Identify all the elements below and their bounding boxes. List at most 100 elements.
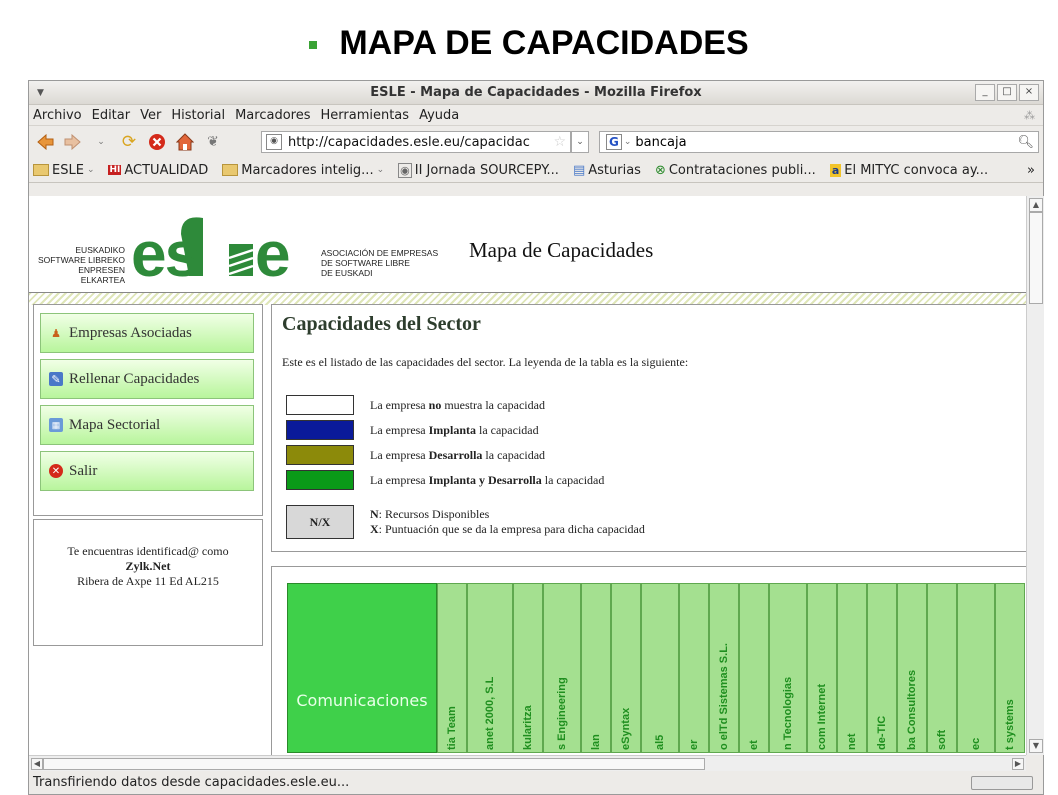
exit-icon: ✕: [49, 464, 63, 478]
logo-text-basque: EUSKADIKO SOFTWARE LIBREKO ENPRESEN ELKART…: [37, 245, 125, 285]
menu-item-editar[interactable]: Editar: [92, 108, 131, 123]
company-column-header[interactable]: net: [837, 583, 867, 753]
legend-swatch: [286, 395, 354, 415]
company-column-header[interactable]: al5: [641, 583, 679, 753]
company-name: s Engineering: [556, 677, 568, 750]
legend-row: La empresa no muestra la capacidad: [286, 395, 706, 415]
legend-swatch: [286, 470, 354, 490]
page-icon: a: [829, 163, 842, 177]
legend-nx-row: N/X N: Recursos Disponibles X: Puntuació…: [286, 505, 706, 539]
company-column-header[interactable]: de-TIC: [867, 583, 897, 753]
bookmark-mityc[interactable]: a El MITYC convoca ay...: [829, 163, 988, 178]
company-name: eSyntax: [620, 707, 632, 750]
bookmark-asturias[interactable]: ▤ Asturias: [573, 163, 641, 178]
url-text: http://capacidades.esle.eu/capacidac: [288, 134, 530, 150]
company-column-header[interactable]: o elTd Sistemas S.L.: [709, 583, 739, 753]
folder-icon: [33, 164, 49, 176]
capacities-panel: Capacidades del Sector Este es el listad…: [271, 304, 1026, 552]
search-engine-dropdown-icon[interactable]: ⌄: [624, 137, 632, 147]
legend-row: La empresa Implanta y Desarrolla la capa…: [286, 470, 706, 490]
company-column-header[interactable]: kularitza: [513, 583, 543, 753]
legend-text: La empresa Desarrolla la capacidad: [370, 447, 546, 462]
scroll-down-icon[interactable]: ▼: [1029, 739, 1043, 753]
company-name: t systems: [1004, 699, 1016, 750]
company-column-header[interactable]: t systems: [995, 583, 1025, 753]
nav-salir[interactable]: ✕ Salir: [40, 451, 254, 491]
back-icon[interactable]: [35, 132, 55, 152]
menu-item-ayuda[interactable]: Ayuda: [419, 108, 459, 123]
rss-icon: HI: [108, 165, 122, 175]
legend-row: La empresa Desarrolla la capacidad: [286, 445, 706, 465]
company-column-header[interactable]: tia Team: [437, 583, 467, 753]
legend-swatch: [286, 420, 354, 440]
company-column-header[interactable]: s Engineering: [543, 583, 581, 753]
nav-mapa-sectorial[interactable]: ▦ Mapa Sectorial: [40, 405, 254, 445]
scroll-up-icon[interactable]: ▲: [1029, 198, 1043, 212]
scroll-right-icon[interactable]: ▶: [1012, 758, 1024, 770]
scroll-thumb[interactable]: [1029, 212, 1043, 304]
company-name: com Internet: [816, 683, 828, 750]
scroll-left-icon[interactable]: ◀: [31, 758, 43, 770]
company-column-header[interactable]: et: [739, 583, 769, 753]
company-column-header[interactable]: com Internet: [807, 583, 837, 753]
close-button[interactable]: ×: [1019, 84, 1039, 101]
search-text: bancaja: [635, 134, 687, 150]
user-icon: ♟: [51, 327, 61, 340]
company-column-header[interactable]: lan: [581, 583, 611, 753]
reload-icon[interactable]: ⟳: [119, 132, 139, 152]
company-name: al5: [654, 734, 666, 750]
category-header[interactable]: Comunicaciones: [287, 583, 437, 753]
legend-text: La empresa Implanta y Desarrolla la capa…: [370, 472, 605, 487]
menu-item-herramientas[interactable]: Herramientas: [321, 108, 410, 123]
company-name: er: [688, 739, 700, 750]
legend-swatch: [286, 445, 354, 465]
url-bar[interactable]: ◉ http://capacidades.esle.eu/capacidac ☆: [261, 131, 571, 153]
more-bookmarks-icon[interactable]: »: [1027, 163, 1035, 178]
company-column-header[interactable]: soft: [927, 583, 957, 753]
horizontal-scrollbar[interactable]: ◀ ▶: [29, 755, 1026, 771]
section-title: Capacidades del Sector: [282, 313, 481, 335]
history-dropdown-icon[interactable]: ⌄: [91, 132, 111, 152]
bookmark-jornada-sourcepyme[interactable]: ◉ II Jornada SOURCEPY...: [398, 162, 559, 178]
company-column-header[interactable]: er: [679, 583, 709, 753]
forward-icon[interactable]: [63, 132, 83, 152]
page-header-title: Mapa de Capacidades: [469, 238, 654, 262]
company-column-header[interactable]: ec: [957, 583, 995, 753]
menu-item-historial[interactable]: Historial: [171, 108, 225, 123]
company-column-header[interactable]: eSyntax: [611, 583, 641, 753]
menu-item-archivo[interactable]: Archivo: [33, 108, 82, 123]
vertical-scrollbar[interactable]: ▲ ▼: [1026, 196, 1044, 755]
svg-text:es: es: [131, 218, 198, 280]
company-column-header[interactable]: anet 2000, S.L: [467, 583, 513, 753]
bookmark-marcadores-inteligentes[interactable]: Marcadores intelig... ⌄: [222, 163, 384, 178]
menu-item-ver[interactable]: Ver: [140, 108, 161, 123]
scroll-thumb-horizontal[interactable]: [43, 758, 705, 770]
nav-empresas-asociadas[interactable]: ♟ Empresas Asociadas: [40, 313, 254, 353]
company-column-header[interactable]: ba Consultores: [897, 583, 927, 753]
bullet-icon: [309, 41, 318, 50]
search-bar[interactable]: G ⌄ bancaja 🔍︎: [599, 131, 1039, 153]
page-icon: ▤: [572, 162, 586, 178]
maximize-button[interactable]: □: [997, 84, 1017, 101]
minimize-button[interactable]: _: [975, 84, 995, 101]
stop-icon[interactable]: [147, 132, 167, 152]
company-column-header[interactable]: n Tecnologias: [769, 583, 807, 753]
bookmark-esle[interactable]: ESLE ⌄: [33, 163, 94, 178]
bookmark-actualidad[interactable]: HI ACTUALIDAD: [108, 163, 208, 178]
url-dropdown-icon[interactable]: ⌄: [571, 131, 589, 153]
home-icon[interactable]: [175, 132, 195, 152]
intro-text: Este es el listado de las capacidades de…: [282, 355, 689, 369]
nav-rellenar-capacidades[interactable]: ✎ Rellenar Capacidades: [40, 359, 254, 399]
menu-item-marcadores[interactable]: Marcadores: [235, 108, 310, 123]
navigation-toolbar: ⌄ ⟳ ❦ ◉ http://capacidades.esle.eu/capac…: [29, 126, 1043, 158]
sidebar-nav: ♟ Empresas Asociadas ✎ Rellenar Capacidade…: [33, 304, 263, 516]
user-identified-label: Te encuentras identificad@ como: [67, 544, 229, 558]
legend-text: La empresa no muestra la capacidad: [370, 397, 545, 412]
google-icon[interactable]: G: [606, 134, 622, 150]
window-title: ESLE - Mapa de Capacidades - Mozilla Fir…: [370, 85, 702, 100]
company-name: soft: [936, 729, 948, 750]
extension-icon[interactable]: ❦: [203, 132, 223, 152]
bookmark-contrataciones[interactable]: ⊗ Contrataciones publi...: [655, 163, 816, 178]
search-icon[interactable]: 🔍︎: [1017, 135, 1034, 150]
bookmark-star-icon[interactable]: ☆: [553, 134, 566, 150]
